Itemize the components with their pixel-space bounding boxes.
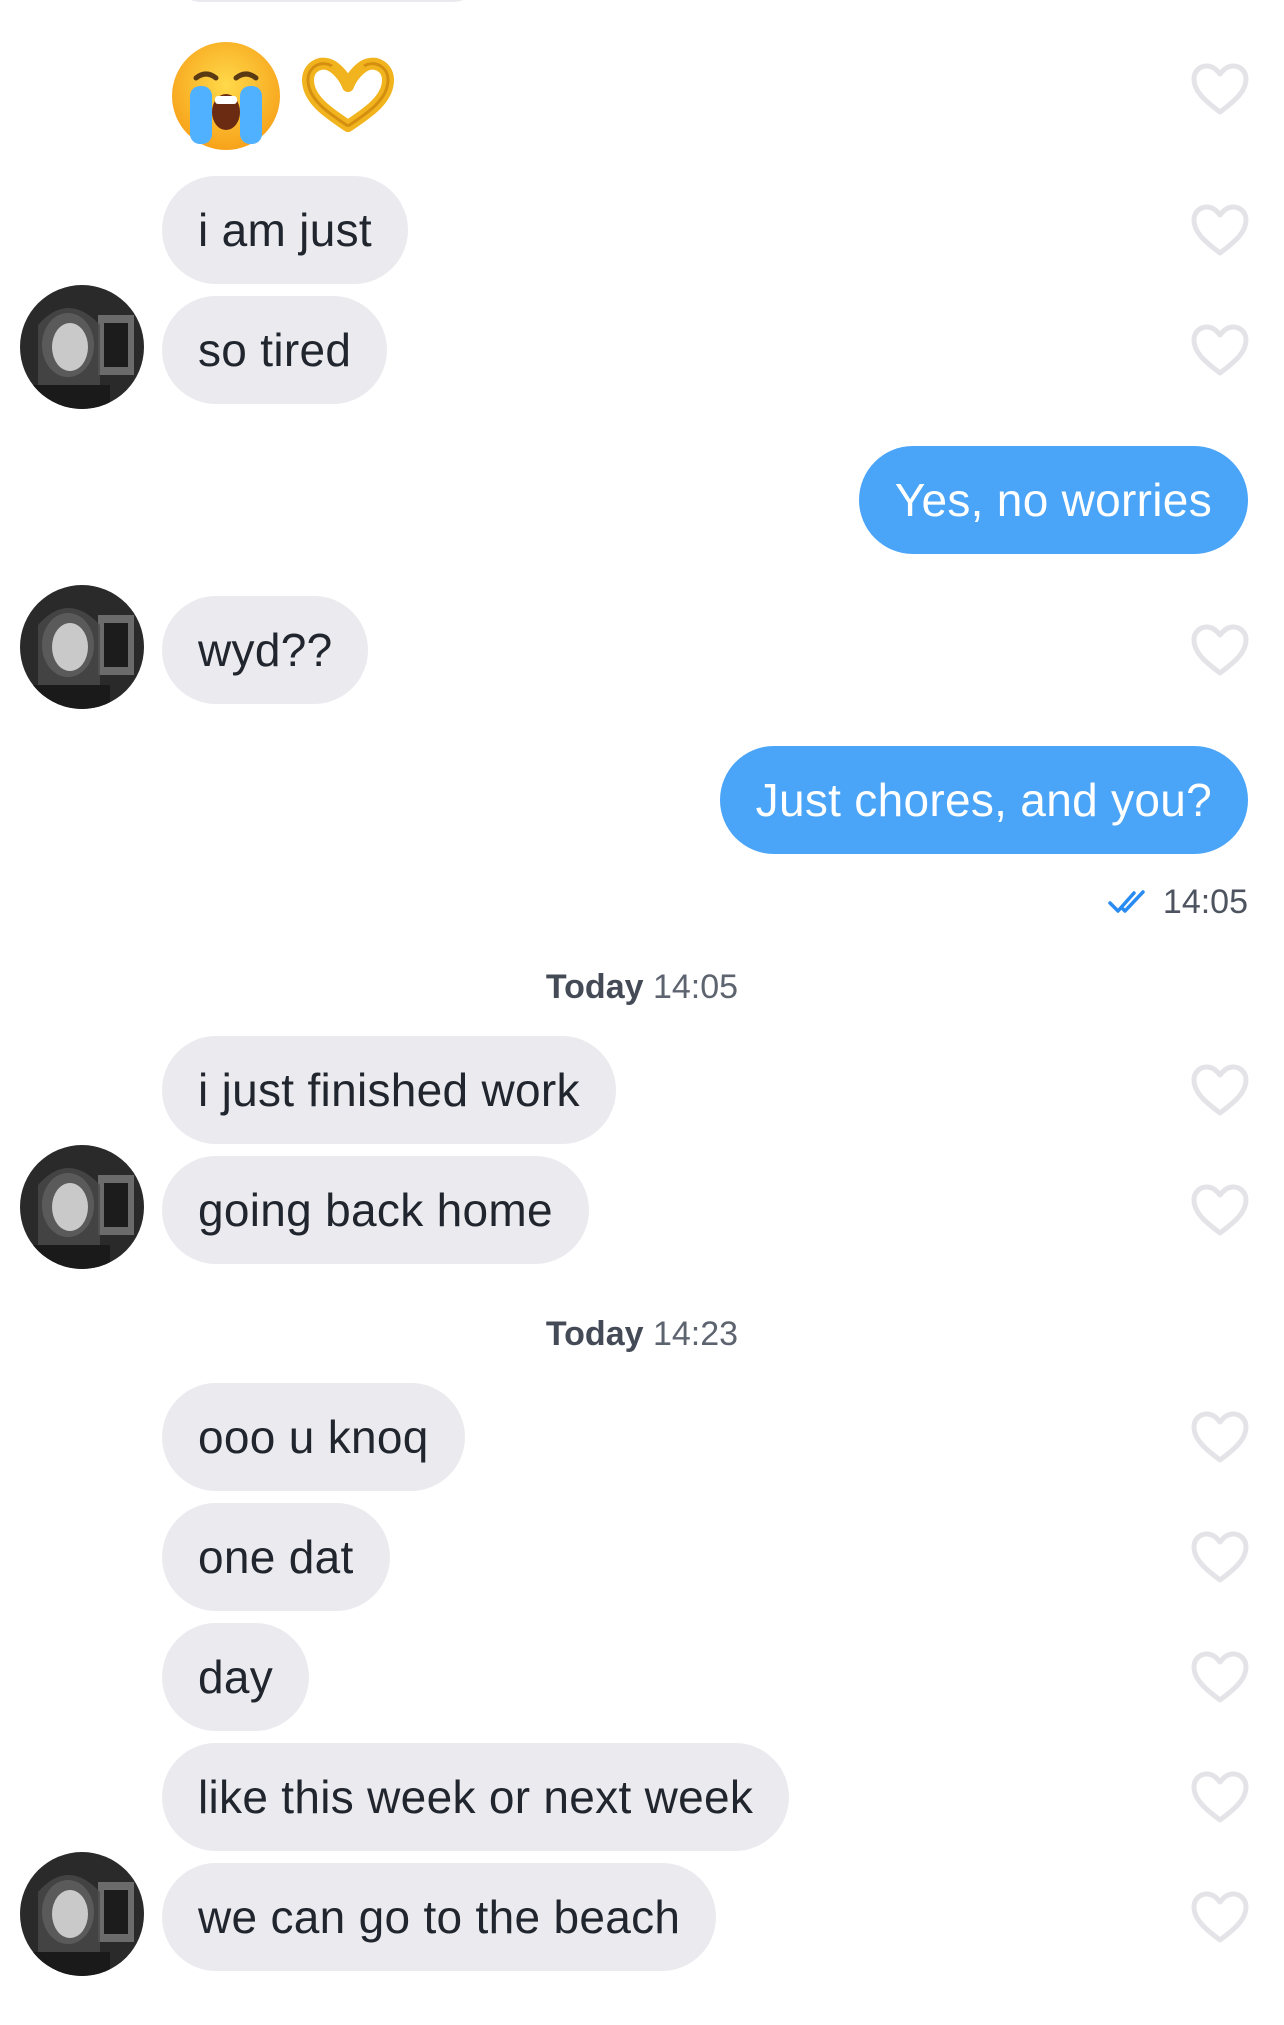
incoming-message[interactable]: ooo u knoq	[162, 1383, 465, 1491]
message-text: so tired	[198, 324, 352, 376]
incoming-message[interactable]: i just finished work	[162, 1036, 616, 1144]
incoming-message[interactable]: wyd??	[162, 596, 369, 704]
like-heart-icon[interactable]	[1190, 1410, 1250, 1464]
divider-time: 14:05	[652, 968, 739, 1006]
message-text: Just chores, and you?	[755, 774, 1212, 826]
divider-day: Today	[545, 968, 644, 1006]
contact-avatar[interactable]	[20, 285, 144, 409]
outgoing-message[interactable]: Yes, no worries	[858, 446, 1248, 554]
date-divider: Today 14:05	[0, 968, 1284, 1007]
like-heart-icon[interactable]	[1190, 1063, 1250, 1117]
incoming-message[interactable]: day	[162, 1623, 310, 1731]
like-heart-icon[interactable]	[1190, 323, 1250, 377]
message-text: Yes, no worries	[894, 474, 1212, 526]
heart-hands-emoji	[302, 57, 394, 132]
message-text: going back home	[198, 1184, 553, 1236]
emoji-message[interactable]	[168, 40, 396, 152]
like-heart-icon[interactable]	[1190, 1890, 1250, 1944]
like-heart-icon[interactable]	[1190, 1183, 1250, 1237]
like-heart-icon[interactable]	[1190, 62, 1250, 116]
contact-avatar[interactable]	[20, 1852, 144, 1976]
divider-time: 14:23	[652, 1315, 739, 1353]
message-text: i just finished work	[198, 1064, 580, 1116]
message-text: ooo u knoq	[198, 1411, 429, 1463]
contact-avatar[interactable]	[20, 1145, 144, 1269]
outgoing-message[interactable]: Just chores, and you?	[719, 746, 1248, 854]
double-check-icon	[1108, 890, 1145, 913]
like-heart-icon[interactable]	[1190, 1770, 1250, 1824]
divider-day: Today	[545, 1315, 644, 1353]
message-text: like this week or next week	[198, 1771, 754, 1823]
read-time: 14:05	[1162, 882, 1248, 921]
incoming-message[interactable]: so tired	[162, 296, 388, 404]
message-text: wyd??	[198, 624, 333, 676]
chat-thread: i am just so tired Yes, no worries wyd??…	[0, 0, 1284, 2025]
incoming-message[interactable]: like this week or next week	[162, 1743, 790, 1851]
contact-avatar[interactable]	[20, 585, 144, 709]
like-heart-icon[interactable]	[1190, 1530, 1250, 1584]
message-text: one dat	[198, 1531, 354, 1583]
read-receipt: 14:05	[1107, 878, 1248, 926]
partial-message-bubble[interactable]	[162, 0, 492, 2]
like-heart-icon[interactable]	[1190, 203, 1250, 257]
like-heart-icon[interactable]	[1190, 623, 1250, 677]
message-text: we can go to the beach	[198, 1891, 681, 1943]
loudly-crying-face-emoji	[172, 42, 280, 150]
like-heart-icon[interactable]	[1190, 1650, 1250, 1704]
incoming-message[interactable]: one dat	[162, 1503, 390, 1611]
incoming-message[interactable]: going back home	[162, 1156, 589, 1264]
incoming-message[interactable]: we can go to the beach	[162, 1863, 717, 1971]
message-text: day	[198, 1651, 274, 1703]
date-divider: Today 14:23	[0, 1315, 1284, 1354]
message-text: i am just	[198, 204, 372, 256]
incoming-message[interactable]: i am just	[162, 176, 408, 284]
